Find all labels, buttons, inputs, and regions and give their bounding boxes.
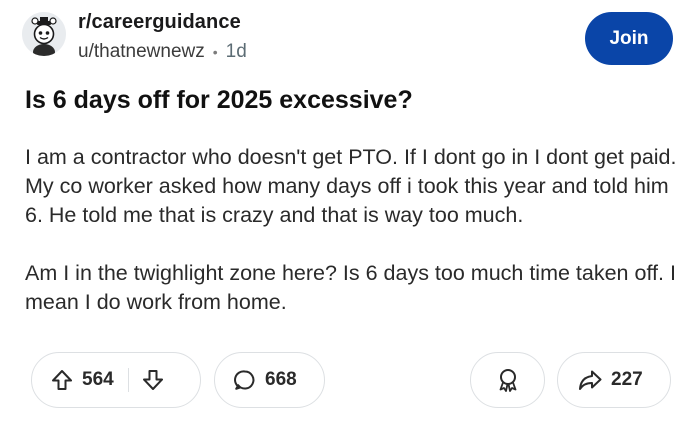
comment-count: 668 [265,369,297,390]
subreddit-name[interactable]: r/careerguidance [78,11,241,34]
post-action-bar: 564 668 227 [0,352,700,408]
arrow-up-icon[interactable] [50,368,74,392]
post-age: 1d [225,41,247,62]
arrow-down-icon[interactable] [141,368,165,392]
post-paragraph: I am a contractor who doesn't get PTO. I… [25,145,677,227]
subreddit-avatar[interactable] [22,12,66,56]
meta-separator: • [212,44,218,60]
share-button[interactable]: 227 [557,352,671,408]
post-meta: u/thatnewnewz • 1d [78,41,247,63]
vote-divider [127,368,129,392]
comments-button[interactable]: 668 [214,352,325,408]
share-count: 227 [611,369,643,390]
vote-control: 564 [31,352,201,408]
post-paragraph: Am I in the twighlight zone here? Is 6 d… [25,261,676,314]
speech-bubble-icon [233,368,257,392]
post-title[interactable]: Is 6 days off for 2025 excessive? [25,86,675,115]
author-name[interactable]: u/thatnewnewz [78,41,205,63]
post-body: I am a contractor who doesn't get PTO. I… [25,143,685,346]
share-arrow-icon [577,368,603,392]
join-button[interactable]: Join [585,12,673,65]
award-button[interactable] [470,352,545,408]
upvote-count: 564 [82,369,114,390]
award-ribbon-icon [495,367,521,393]
